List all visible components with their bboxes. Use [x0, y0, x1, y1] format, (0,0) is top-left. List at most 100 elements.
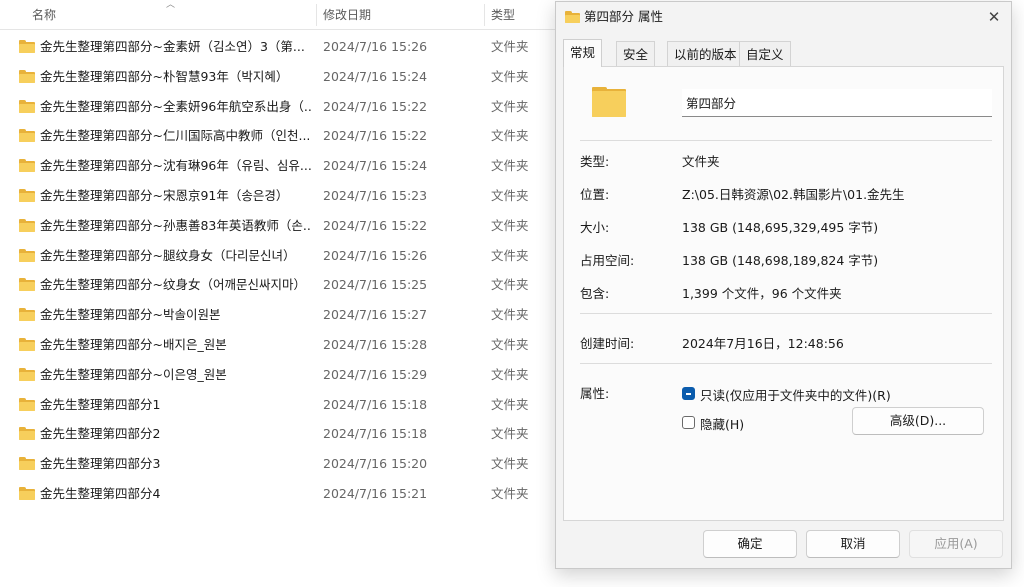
tab-previous-versions[interactable]: 以前的版本 [667, 41, 744, 67]
folder-icon [19, 69, 35, 83]
file-type: 文件夹 [491, 217, 529, 233]
modified-date: 2024/7/16 15:26 [323, 247, 428, 263]
list-item[interactable]: 金先生整理第四部分~仁川国际高中教师（인천... 2024/7/16 15:22 文… [0, 121, 560, 151]
apply-button[interactable]: 应用(A) [909, 530, 1003, 558]
list-item[interactable]: 金先生整理第四部分~朴智慧93年（박지혜） 2024/7/16 15:24 文件夹 [0, 62, 560, 92]
file-type: 文件夹 [491, 456, 529, 472]
dialog-titlebar[interactable]: 第四部分 属性 ✕ [556, 2, 1011, 32]
tab-general[interactable]: 常规 [563, 39, 603, 67]
prop-label-size: 大小: [580, 220, 610, 235]
prop-label-location: 位置: [580, 187, 610, 202]
prop-label-created: 创建时间: [580, 336, 635, 351]
column-header-date[interactable]: 修改日期 [323, 0, 371, 30]
prop-value-created: 2024年7月16日，12:48:56 [682, 336, 844, 351]
folder-name-input[interactable] [682, 89, 992, 117]
column-header-bar: ︿ 名称 修改日期 类型 [0, 0, 560, 30]
file-rows: 金先生整理第四部分~金素妍（김소연）3（第... 2024/7/16 15:26 文… [0, 32, 560, 509]
file-type: 文件夹 [491, 307, 529, 323]
folder-icon [19, 457, 35, 471]
cancel-button[interactable]: 取消 [806, 530, 900, 558]
modified-date: 2024/7/16 15:25 [323, 277, 428, 293]
ok-button[interactable]: 确定 [703, 530, 797, 558]
modified-date: 2024/7/16 15:18 [323, 426, 428, 442]
file-name: 金先生整理第四部分~仁川国际高中教师（인천... [40, 128, 311, 144]
divider [580, 363, 992, 364]
folder-icon [19, 367, 35, 381]
hidden-label[interactable]: 隐藏(H) [700, 414, 744, 433]
modified-date: 2024/7/16 15:23 [323, 187, 428, 203]
divider [580, 313, 992, 314]
list-item[interactable]: 金先生整理第四部分1 2024/7/16 15:18 文件夹 [0, 390, 560, 420]
file-name: 金先生整理第四部分1 [40, 396, 161, 412]
folder-icon [19, 188, 35, 202]
prop-value-contains: 1,399 个文件，96 个文件夹 [682, 286, 842, 301]
dialog-title: 第四部分 属性 [584, 9, 663, 24]
modified-date: 2024/7/16 15:29 [323, 366, 428, 382]
properties-dialog: 第四部分 属性 ✕ 常规 安全 以前的版本 自定义 类型: 文件夹 位置: Z:… [555, 1, 1012, 569]
prop-label-contains: 包含: [580, 286, 610, 301]
list-item[interactable]: 金先生整理第四部分~이은영_원본 2024/7/16 15:29 文件夹 [0, 360, 560, 390]
file-type: 文件夹 [491, 336, 529, 352]
list-item[interactable]: 金先生整理第四部分~沈有琳96年（유림、심유... 2024/7/16 15:24… [0, 151, 560, 181]
prop-value-size: 138 GB (148,695,329,495 字节) [682, 220, 879, 235]
folder-icon [19, 159, 35, 173]
tab-security[interactable]: 安全 [616, 41, 656, 67]
advanced-button[interactable]: 高级(D)... [852, 407, 984, 435]
file-name: 金先生整理第四部分~이은영_원본 [40, 366, 227, 382]
file-type: 文件夹 [491, 396, 529, 412]
file-name: 金先生整理第四部分~박솔이원본 [40, 307, 221, 323]
list-item[interactable]: 金先生整理第四部分~金素妍（김소연）3（第... 2024/7/16 15:26 文… [0, 32, 560, 62]
file-type: 文件夹 [491, 366, 529, 382]
prop-value-location: Z:\05.日韩资源\02.韩国影片\01.金先生 [682, 187, 905, 202]
general-panel: 类型: 文件夹 位置: Z:\05.日韩资源\02.韩国影片\01.金先生 大小… [563, 66, 1004, 521]
folder-icon [19, 40, 35, 53]
file-name: 金先生整理第四部分~배지은_원본 [40, 336, 227, 352]
modified-date: 2024/7/16 15:22 [323, 217, 428, 233]
file-name: 金先生整理第四部分~孙惠善83年英语教师（손... [40, 217, 312, 233]
file-type: 文件夹 [491, 68, 529, 84]
folder-icon [19, 337, 35, 351]
column-header-name[interactable]: 名称 [32, 0, 56, 30]
file-type: 文件夹 [491, 426, 529, 442]
file-type: 文件夹 [491, 485, 529, 501]
list-item[interactable]: 金先生整理第四部分~宋恩京91年（송은경） 2024/7/16 15:23 文件夹 [0, 181, 560, 211]
list-item[interactable]: 金先生整理第四部分~全素妍96年航空系出身（... 2024/7/16 15:22… [0, 92, 560, 122]
modified-date: 2024/7/16 15:22 [323, 128, 428, 144]
file-type: 文件夹 [491, 277, 529, 293]
list-item[interactable]: 金先生整理第四部分~孙惠善83年英语教师（손... 2024/7/16 15:22… [0, 211, 560, 241]
file-name: 金先生整理第四部分2 [40, 426, 161, 442]
column-divider[interactable] [484, 4, 485, 26]
modified-date: 2024/7/16 15:24 [323, 68, 428, 84]
folder-icon [19, 218, 35, 232]
file-type: 文件夹 [491, 39, 529, 54]
sort-ascending-icon: ︿ [166, 0, 176, 10]
file-explorer-list: ︿ 名称 修改日期 类型 金先生整理第四部分~金素妍（김소연）3（第... 202… [0, 0, 560, 587]
list-item[interactable]: 金先生整理第四部分4 2024/7/16 15:21 文件夹 [0, 479, 560, 509]
list-item[interactable]: 金先生整理第四部分2 2024/7/16 15:18 文件夹 [0, 419, 560, 449]
modified-date: 2024/7/16 15:26 [323, 39, 428, 54]
close-icon[interactable]: ✕ [979, 2, 1009, 32]
list-item[interactable]: 金先生整理第四部分3 2024/7/16 15:20 文件夹 [0, 449, 560, 479]
list-item[interactable]: 金先生整理第四部分~박솔이원본 2024/7/16 15:27 文件夹 [0, 300, 560, 330]
readonly-label[interactable]: 只读(仅应用于文件夹中的文件)(R) [700, 385, 891, 404]
modified-date: 2024/7/16 15:21 [323, 485, 428, 501]
file-name: 金先生整理第四部分~金素妍（김소연）3（第... [40, 39, 305, 54]
readonly-checkbox[interactable] [682, 387, 695, 400]
folder-icon [565, 11, 580, 23]
column-header-type[interactable]: 类型 [491, 0, 515, 30]
list-item[interactable]: 金先生整理第四部分~배지은_원본 2024/7/16 15:28 文件夹 [0, 330, 560, 360]
list-item[interactable]: 金先生整理第四部分~腿纹身女（다리문신녀） 2024/7/16 15:26 文件夹 [0, 241, 560, 271]
modified-date: 2024/7/16 15:22 [323, 98, 428, 114]
folder-icon [19, 129, 35, 143]
file-name: 金先生整理第四部分~腿纹身女（다리문신녀） [40, 247, 296, 263]
prop-label-size-on-disk: 占用空间: [580, 253, 635, 268]
folder-icon [19, 486, 35, 500]
hidden-checkbox[interactable] [682, 416, 695, 429]
modified-date: 2024/7/16 15:28 [323, 336, 428, 352]
prop-value-type: 文件夹 [682, 154, 720, 169]
tab-customize[interactable]: 自定义 [739, 41, 791, 67]
list-item[interactable]: 金先生整理第四部分~纹身女（어깨문신싸지마） 2024/7/16 15:25 文件夹 [0, 270, 560, 300]
file-type: 文件夹 [491, 128, 529, 144]
column-divider[interactable] [316, 4, 317, 26]
file-type: 文件夹 [491, 98, 529, 114]
